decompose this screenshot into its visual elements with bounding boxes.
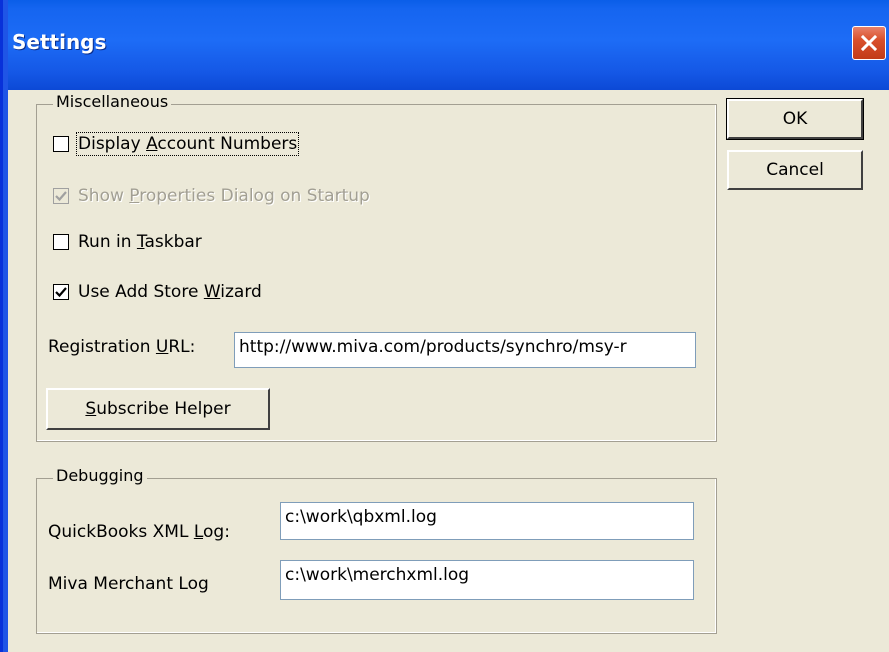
show-properties-dialog-checkbox: Show Properties Dialog on Startup (53, 186, 370, 206)
subscribe-helper-label: Subscribe Helper (85, 399, 231, 419)
checkmark-icon (55, 287, 67, 298)
checkbox-box[interactable] (53, 136, 69, 152)
checkbox-box[interactable] (53, 284, 69, 300)
window-title: Settings (12, 30, 107, 54)
close-button[interactable] (852, 26, 886, 60)
checkbox-box[interactable] (53, 234, 69, 250)
miva-merchant-log-label: Miva Merchant Log (48, 574, 209, 594)
checkmark-icon (55, 191, 67, 202)
display-account-numbers-label: Display Account Numbers (75, 132, 300, 156)
run-in-taskbar-label: Run in Taskbar (78, 232, 202, 252)
show-properties-dialog-label: Show Properties Dialog on Startup (78, 186, 370, 206)
registration-url-label: Registration URL: (48, 337, 196, 357)
checkbox-box (53, 188, 69, 204)
miva-merchant-log-input[interactable]: c:\work\merchxml.log (280, 560, 694, 600)
use-add-store-wizard-label: Use Add Store Wizard (78, 282, 262, 302)
use-add-store-wizard-checkbox[interactable]: Use Add Store Wizard (53, 282, 262, 302)
ok-button[interactable]: OK (726, 98, 864, 140)
dialog-client-area: Miscellaneous Display Account Numbers Sh… (8, 90, 889, 652)
close-icon (860, 34, 878, 52)
quickbooks-log-input[interactable]: c:\work\qbxml.log (280, 502, 694, 540)
miscellaneous-group-label: Miscellaneous (53, 92, 172, 111)
debugging-group-label: Debugging (53, 466, 147, 485)
display-account-numbers-checkbox[interactable]: Display Account Numbers (53, 132, 300, 156)
window-left-border (0, 0, 8, 652)
quickbooks-log-label: QuickBooks XML Log: (48, 522, 230, 542)
cancel-button[interactable]: Cancel (727, 150, 863, 190)
subscribe-helper-button[interactable]: Subscribe Helper (46, 388, 270, 430)
registration-url-input[interactable]: http://www.miva.com/products/synchro/msy… (234, 332, 696, 368)
run-in-taskbar-checkbox[interactable]: Run in Taskbar (53, 232, 202, 252)
title-bar[interactable]: Settings (0, 0, 889, 90)
